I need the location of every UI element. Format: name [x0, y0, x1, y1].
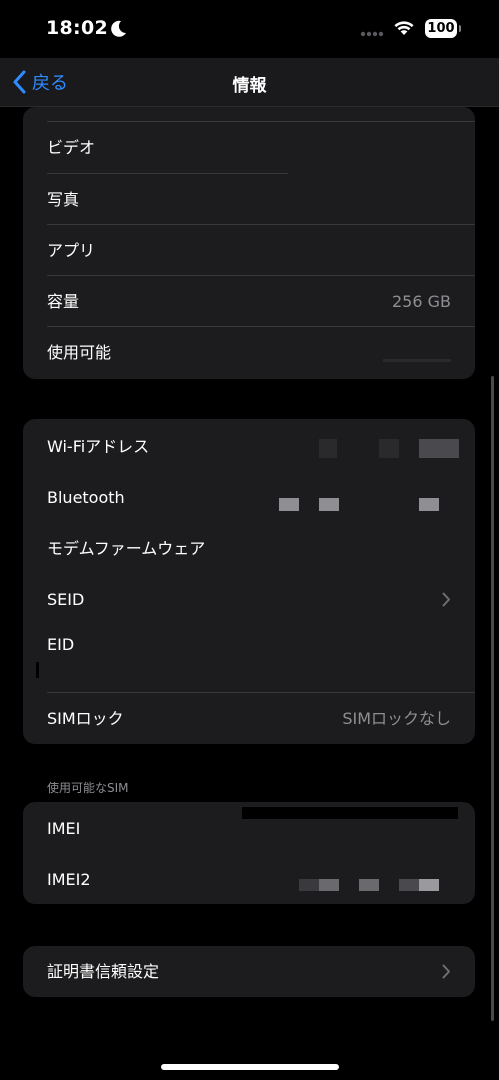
row-label: モデムファームウェア: [47, 539, 206, 558]
wifi-icon: [394, 21, 414, 35]
redacted-value: [379, 439, 399, 458]
row-label: 証明書信頼設定: [47, 962, 160, 981]
status-bar: 18:02 100: [0, 0, 499, 58]
redacted-value: [359, 879, 379, 891]
network-row-eid: EID: [23, 619, 475, 670]
row-label: 容量: [47, 292, 80, 311]
storage-row-available: 使用可能: [23, 327, 475, 378]
redacted-value: [399, 879, 419, 891]
page-title: 情報: [232, 76, 267, 96]
sim-row-imei: IMEI: [23, 803, 475, 854]
network-row-seid[interactable]: SEID: [23, 574, 475, 625]
row-label: IMEI: [47, 819, 81, 838]
network-row-bluetooth: Bluetooth: [23, 472, 475, 523]
redacted-value: [279, 498, 299, 511]
storage-row-apps: アプリ: [23, 225, 475, 276]
redacted-value: [299, 879, 319, 891]
row-label: アプリ: [47, 241, 96, 260]
row-label: 写真: [47, 190, 80, 209]
battery-indicator: 100: [425, 19, 457, 38]
storage-row-video: ビデオ: [23, 122, 475, 173]
row-label: Bluetooth: [47, 488, 125, 507]
navigation-bar: 戻る 情報: [0, 58, 499, 107]
row-label: Wi-Fiアドレス: [47, 437, 150, 456]
row-label: SIMロック: [47, 709, 124, 728]
redacted-value: [419, 439, 459, 458]
redacted-value: [319, 439, 337, 458]
storage-row-capacity: 容量 256 GB: [23, 276, 475, 327]
capacity-value: 256 GB: [392, 292, 451, 311]
network-row-modem-firmware: モデムファームウェア: [23, 523, 475, 574]
home-indicator[interactable]: [161, 1064, 339, 1070]
network-row-wifi-address: Wi-Fiアドレス: [23, 421, 475, 472]
scroll-indicator[interactable]: [491, 376, 494, 1021]
storage-row-photos: 写真: [23, 174, 475, 225]
storage-card: ビデオ 写真 アプリ 容量 256 GB 使用可能: [23, 107, 475, 379]
network-card: Wi-Fiアドレス Bluetooth モデムファームウェア SEID EID …: [23, 419, 475, 744]
sim-lock-value: SIMロックなし: [342, 709, 451, 728]
certificate-trust-settings-row[interactable]: 証明書信頼設定: [23, 946, 475, 997]
redacted-value: [36, 662, 39, 678]
redacted-value: [383, 359, 451, 362]
row-label: EID: [47, 635, 75, 654]
battery-tip: [459, 25, 461, 32]
row-label: IMEI2: [47, 870, 91, 889]
network-row-sim-lock: SIMロック SIMロックなし: [23, 693, 475, 744]
redacted-value: [319, 498, 339, 511]
row-label: ビデオ: [47, 138, 96, 157]
cellular-signal-icon: [360, 31, 384, 37]
redacted-value: [419, 498, 439, 511]
redacted-value: [319, 879, 339, 891]
moon-icon: [111, 20, 126, 37]
certificate-card: 証明書信頼設定: [23, 946, 475, 997]
row-label: SEID: [47, 590, 85, 609]
chevron-right-icon: [442, 964, 450, 979]
status-time: 18:02: [46, 17, 108, 39]
chevron-right-icon: [442, 592, 450, 607]
redacted-value: [419, 879, 439, 891]
sim-card: IMEI IMEI2: [23, 802, 475, 904]
section-header-available-sim: 使用可能なSIM: [47, 781, 129, 795]
row-label: 使用可能: [47, 343, 112, 362]
